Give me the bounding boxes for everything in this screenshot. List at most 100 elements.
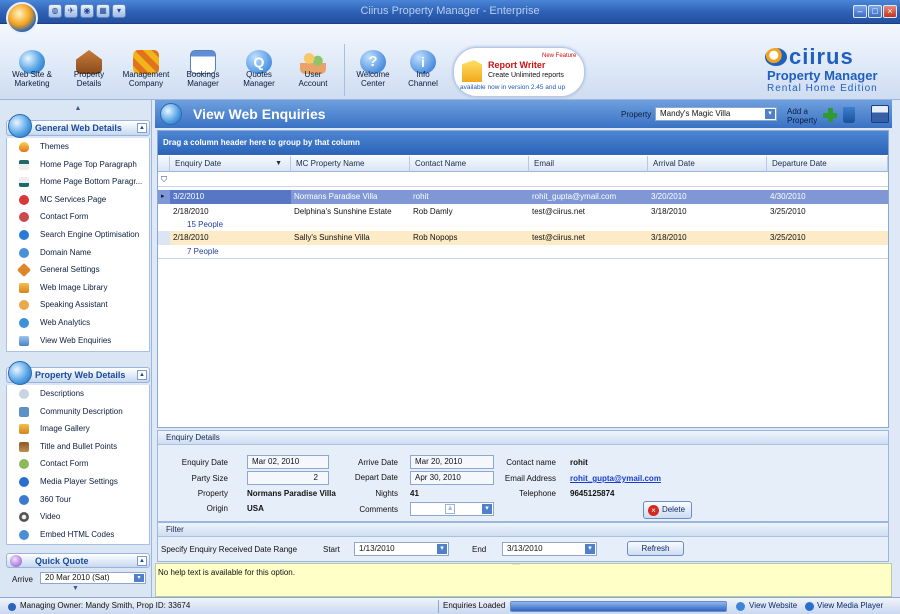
report-writer-banner[interactable]: New Feature Report Writer Create Unlimit… [453, 47, 585, 97]
quick-quote-header[interactable]: Quick Quote ▲ [6, 553, 150, 568]
gallery-icon [19, 424, 29, 435]
enquiry-details-panel: Enquiry Details Enquiry Date Mar 02, 201… [157, 430, 889, 522]
sidebar-item-speaking-assistant[interactable]: Speaking Assistant [7, 296, 149, 314]
column-label: Departure Date [772, 159, 827, 168]
analytics-icon [19, 317, 29, 328]
sidebar-item-property-contact-form[interactable]: Contact Form [7, 455, 149, 473]
sidebar-item-bottom-paragraph[interactable]: Home Page Bottom Paragr... [7, 173, 149, 191]
arrive-date-field[interactable]: Mar 20, 2010 [410, 455, 494, 469]
start-date-value: 1/13/2010 [359, 544, 395, 553]
end-date-picker[interactable]: 3/13/2010 ▾ [502, 542, 597, 556]
save-icon[interactable] [871, 105, 889, 123]
ribbon-property-details[interactable]: Property Details [61, 70, 117, 88]
party-size-field[interactable]: 2 [247, 471, 329, 485]
chevron-down-icon[interactable]: ▾ [585, 544, 595, 554]
filter-row[interactable]: ⛉ [158, 173, 888, 187]
date-range-label: Specify Enquiry Received Date Range [161, 545, 298, 554]
sidebar-item-image-gallery[interactable]: Image Gallery [7, 420, 149, 438]
sidebar-item-domain-name[interactable]: Domain Name [7, 244, 149, 262]
sidebar-item-web-analytics[interactable]: Web Analytics [7, 314, 149, 332]
view-media-player-link[interactable]: View Media Player [817, 598, 883, 614]
ribbon-website-marketing[interactable]: Web Site & Marketing [4, 70, 60, 88]
help-grip[interactable]: ···· [512, 562, 520, 568]
sidebar-scroll-up[interactable]: ▲ [6, 104, 150, 113]
sidebar-item-contact-form[interactable]: Contact Form [7, 208, 149, 226]
embed-icon [19, 529, 29, 540]
sidebar-item-top-paragraph[interactable]: Home Page Top Paragraph [7, 156, 149, 174]
sidebar-scroll-down[interactable]: ▼ [72, 585, 79, 592]
arrive-date-picker[interactable]: 20 Mar 2010 (Sat) ▾ [40, 572, 146, 584]
minimize-button[interactable]: – [853, 5, 867, 18]
end-date-value: 3/13/2010 [507, 544, 543, 553]
start-date-picker[interactable]: 1/13/2010 ▾ [354, 542, 449, 556]
document-icon [19, 159, 29, 170]
sidebar-item-video[interactable]: Video [7, 508, 149, 526]
property-nav-list: Descriptions Community Description Image… [6, 385, 150, 545]
table-row[interactable]: ▸ 3/2/2010 Normans Paradise Villa rohit … [158, 190, 888, 204]
enquiry-date-field[interactable]: Mar 02, 2010 [247, 455, 329, 469]
cell-enquiry-date: 2/18/2010 [173, 233, 209, 242]
ribbon-info-channel[interactable]: Info Channel [395, 70, 451, 88]
add-label-line1: Add a [787, 107, 808, 116]
cell-email: rohit_gupta@ymail.com [532, 192, 617, 201]
refresh-button[interactable]: Refresh [627, 541, 684, 556]
table-row[interactable]: 2/18/2010 Sally's Sunshine Villa Rob Nop… [158, 231, 888, 245]
nights-value: 41 [410, 489, 419, 498]
chevron-down-icon[interactable]: ▾ [437, 544, 447, 554]
arrive-label: Arrive [12, 575, 33, 584]
column-email[interactable]: Email [529, 156, 648, 172]
column-label: Arrival Date [653, 159, 695, 168]
property-select[interactable]: Mandy's Magic Villa ▾ [655, 107, 777, 121]
close-button[interactable]: × [883, 5, 897, 18]
sidebar-item-themes[interactable]: Themes [7, 138, 149, 156]
collapse-icon[interactable]: ▲ [137, 370, 147, 380]
label-line2: Manager [187, 79, 219, 88]
column-arrival-date[interactable]: Arrival Date [648, 156, 767, 172]
column-label: MC Property Name [296, 159, 365, 168]
delete-bin-icon[interactable] [843, 107, 855, 123]
column-departure-date[interactable]: Departure Date [767, 156, 888, 172]
group-by-bar[interactable]: Drag a column header here to group by th… [158, 131, 888, 155]
sidebar-item-descriptions[interactable]: Descriptions [7, 385, 149, 403]
ribbon-management-company[interactable]: Management Company [118, 70, 174, 88]
sidebar-item-view-web-enquiries[interactable]: View Web Enquiries [7, 332, 149, 350]
label-line2: Marketing [14, 79, 50, 88]
depart-date-field[interactable]: Apr 30, 2010 [410, 471, 494, 485]
chevron-down-icon[interactable]: ▾ [134, 574, 144, 582]
column-contact-name[interactable]: Contact Name [410, 156, 529, 172]
sidebar-item-media-player[interactable]: Media Player Settings [7, 473, 149, 491]
column-enquiry-date[interactable]: Enquiry Date ▼ [170, 156, 291, 172]
add-plus-icon[interactable] [823, 108, 837, 122]
delete-button[interactable]: × Delete [643, 501, 692, 519]
column-mc-property-name[interactable]: MC Property Name [291, 156, 410, 172]
contact-icon [19, 459, 29, 470]
table-row[interactable]: 2/18/2010 Delphina's Sunshine Estate Rob… [158, 205, 888, 219]
collapse-icon[interactable]: ▲ [137, 123, 147, 133]
sidebar-item-360-tour[interactable]: 360 Tour [7, 491, 149, 509]
email-link[interactable]: rohit_gupta@ymail.com [570, 474, 661, 483]
sidebar-item-image-library[interactable]: Web Image Library [7, 279, 149, 297]
community-icon [19, 406, 29, 417]
party-size-note: 15 People [187, 220, 224, 229]
comments-field[interactable]: a ▾ [410, 502, 494, 516]
sidebar-item-seo[interactable]: Search Engine Optimisation [7, 226, 149, 244]
app-orb-icon[interactable] [6, 2, 38, 34]
nights-label: Nights [375, 489, 398, 498]
cell-arrival: 3/18/2010 [651, 207, 687, 216]
collapse-icon[interactable]: ▲ [137, 556, 147, 566]
ribbon-welcome-center[interactable]: Welcome Center [345, 70, 401, 88]
ribbon-user-account[interactable]: User Account [285, 70, 341, 88]
chevron-down-icon[interactable]: ▾ [482, 504, 492, 514]
sidebar-item-general-settings[interactable]: General Settings [7, 261, 149, 279]
sidebar-item-title-bullets[interactable]: Title and Bullet Points [7, 438, 149, 456]
chevron-down-icon[interactable]: ▾ [765, 109, 775, 119]
ribbon-bookings-manager[interactable]: Bookings Manager [175, 70, 231, 88]
sidebar-item-embed-html[interactable]: Embed HTML Codes [7, 526, 149, 544]
view-website-link[interactable]: View Website [749, 598, 797, 614]
sidebar-item-mc-services[interactable]: MC Services Page [7, 191, 149, 209]
filter-icon[interactable]: ⛉ [161, 175, 167, 185]
ribbon-quotes-manager[interactable]: Quotes Manager [231, 70, 287, 88]
item-label: MC Services Page [40, 194, 107, 204]
maximize-button[interactable]: □ [868, 5, 882, 18]
sidebar-item-community-description[interactable]: Community Description [7, 403, 149, 421]
